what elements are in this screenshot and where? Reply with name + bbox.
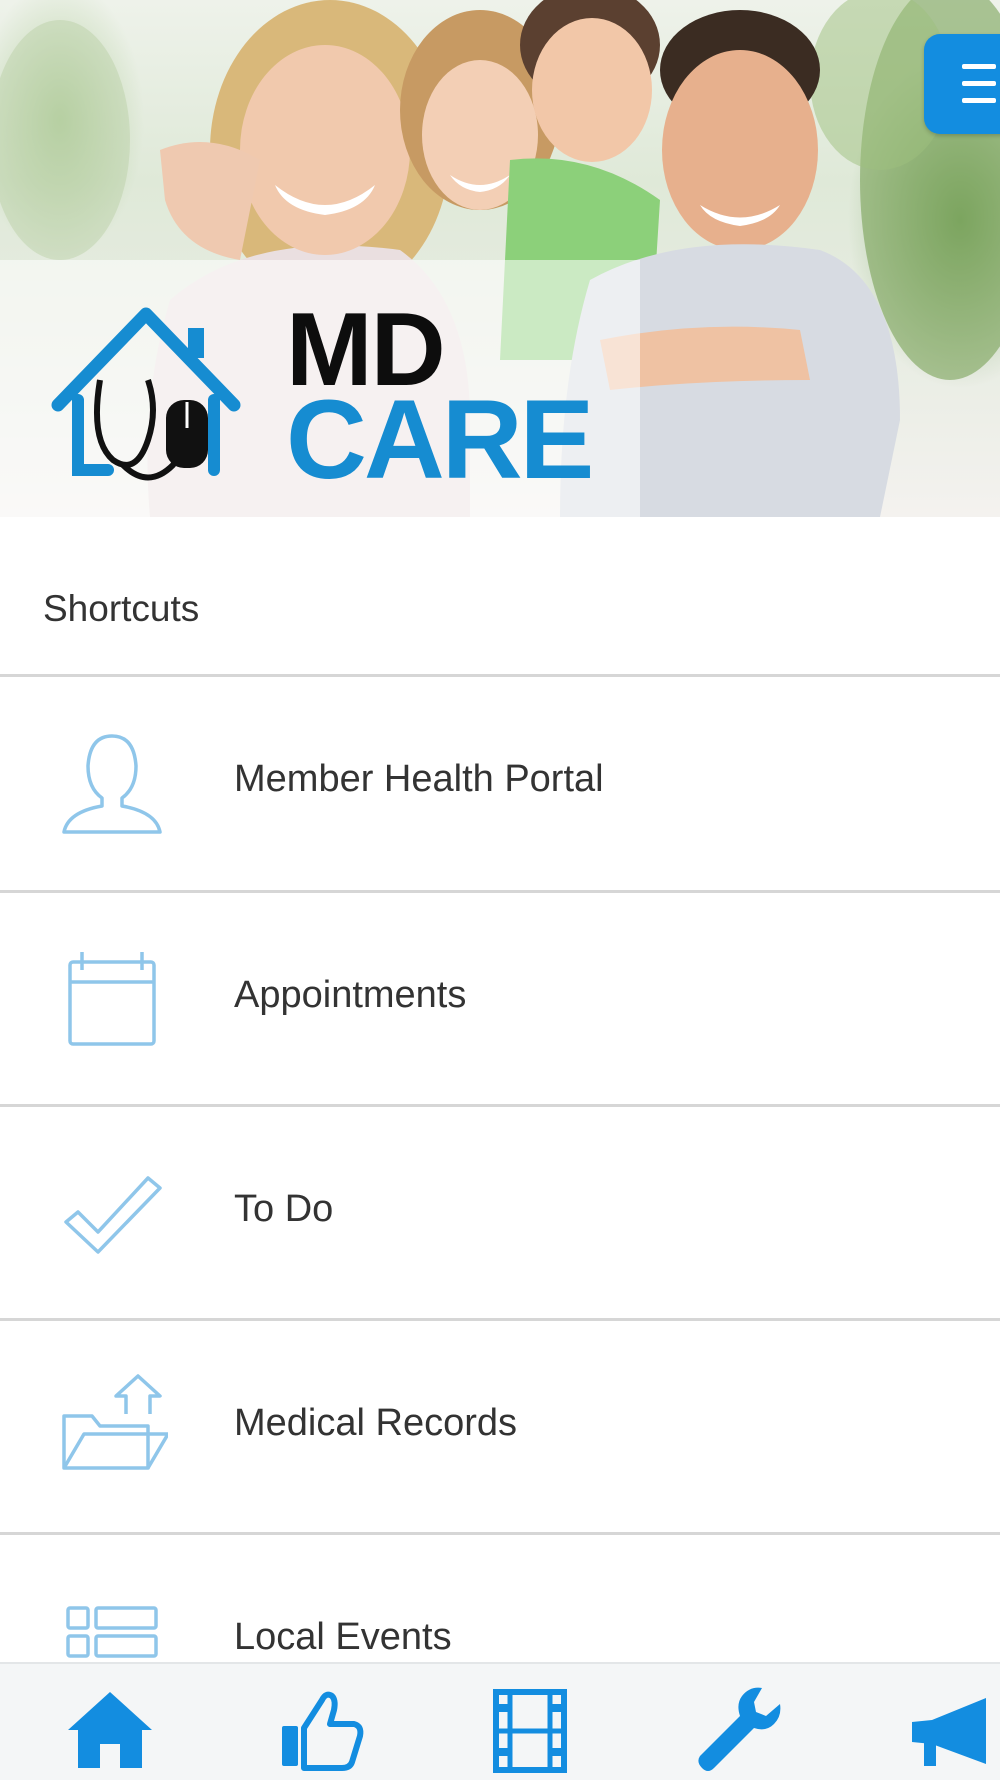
thumbs-up-icon[interactable]	[272, 1682, 368, 1778]
checkmark-icon	[64, 1176, 162, 1254]
shortcut-medical-records[interactable]: Medical Records	[0, 1320, 1000, 1534]
section-title-shortcuts: Shortcuts	[43, 588, 200, 629]
calendar-icon	[68, 952, 156, 1046]
user-icon	[62, 734, 162, 834]
hamburger-menu-icon	[962, 64, 996, 69]
hamburger-bar	[962, 98, 996, 103]
home-icon[interactable]	[62, 1682, 158, 1778]
shortcut-appointments[interactable]: Appointments	[0, 892, 1000, 1106]
shortcut-label: Local Events	[234, 1616, 452, 1658]
megaphone-icon[interactable]	[902, 1682, 998, 1778]
shortcut-label: To Do	[234, 1188, 334, 1230]
hero-banner: MD CARE	[0, 0, 1000, 517]
shortcut-label: Member Health Portal	[234, 758, 604, 800]
mouse-icon	[166, 400, 208, 468]
hamburger-bar	[962, 81, 996, 86]
film-icon[interactable]	[482, 1682, 578, 1778]
menu-button[interactable]	[924, 34, 1000, 134]
shortcut-label: Medical Records	[234, 1402, 517, 1444]
bottom-tab-bar	[0, 1662, 1000, 1780]
md-care-logo: MD CARE	[38, 290, 618, 496]
brand-line-care: CARE	[286, 377, 594, 502]
folder-upload-icon	[62, 1374, 168, 1470]
shortcut-member-health-portal[interactable]: Member Health Portal	[0, 676, 1000, 890]
wrench-icon[interactable]	[692, 1682, 788, 1778]
shortcut-to-do[interactable]: To Do	[0, 1106, 1000, 1320]
shortcut-label: Appointments	[234, 974, 467, 1016]
